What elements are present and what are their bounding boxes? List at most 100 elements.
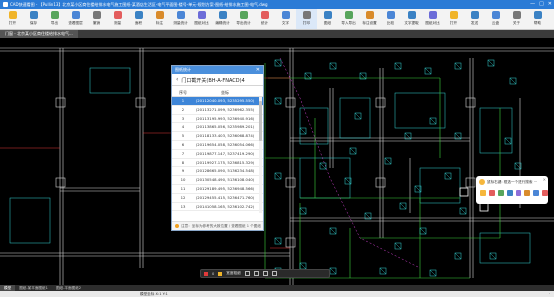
toolbar-icon <box>470 11 479 19</box>
status-bar: 模型坐标 X:1 Y:1 · <box>0 291 554 297</box>
toolbar-button[interactable]: 测量统计 <box>170 9 191 29</box>
table-row[interactable]: 12 (20129455.415, 5236471.760) <box>172 194 263 203</box>
helper-tool-icon[interactable] <box>506 190 513 196</box>
close-icon[interactable]: ✕ <box>543 177 546 182</box>
toolbar-button[interactable]: 图纸 <box>317 9 338 29</box>
helper-tool-icon[interactable] <box>488 190 495 196</box>
row-index: 8 <box>181 159 185 165</box>
toolbar-button[interactable]: 导入导出 <box>338 9 359 29</box>
file-tab[interactable]: 门窗 - 北京某小区商住楼给排水电气... <box>0 30 78 38</box>
zoom-extents-icon[interactable] <box>244 271 250 276</box>
toolbar-icon <box>155 11 164 19</box>
cad-device-mark <box>329 267 337 275</box>
table-row[interactable]: 7 (20119877.147, 5237419.290) <box>172 150 263 159</box>
assistant-avatar-icon <box>479 179 485 185</box>
layer-name[interactable]: 0 <box>212 272 214 276</box>
toolbar-button[interactable]: 图纸对比 <box>422 9 443 29</box>
toolbar-button[interactable]: 打印 <box>296 9 317 29</box>
toolbar-button[interactable]: 文字 <box>275 9 296 29</box>
toolbar-button[interactable]: 统计 <box>254 9 275 29</box>
toolbar-button[interactable]: 编辑统计 <box>212 9 233 29</box>
toolbar-button[interactable]: 图纸对比 <box>191 9 212 29</box>
maximize-button[interactable]: □ <box>539 1 544 7</box>
toolbar-button[interactable]: 查看图层 <box>65 9 86 29</box>
cad-device-mark <box>349 147 357 155</box>
close-window-button[interactable]: ✕ <box>548 1 552 7</box>
toolbar-button[interactable]: 导出 <box>44 9 65 29</box>
title-bar: CAD快速看图 - 【Pullin13】北京某小区商住楼给排水电气施工图纸-某酒… <box>0 0 554 9</box>
toolbar-button[interactable]: 测量 <box>107 9 128 29</box>
table-row[interactable]: 5 (20118133.403, 5236068.874) <box>172 132 263 141</box>
toolbar-button[interactable]: 打开 <box>443 9 464 29</box>
row-coordinate: (20130548.490, 5136108.040) <box>195 177 255 183</box>
toolbar-button[interactable]: 保存 <box>23 9 44 29</box>
scrollbar-thumb[interactable] <box>259 101 262 141</box>
helper-tool-icon[interactable] <box>533 190 540 196</box>
toolbar-icon <box>344 11 353 19</box>
toolbar-button[interactable]: 打开 <box>2 9 23 29</box>
canvas-bottom-toolbar: 0 宽度粗细 <box>200 269 330 278</box>
table-row[interactable]: 2 (20113271.099, 5236962.355) <box>172 106 263 115</box>
toolbar-label: 保存 <box>29 21 38 25</box>
helper-tool-icon[interactable] <box>542 190 548 196</box>
toolbar-icon <box>29 11 38 19</box>
toolbar-button[interactable]: 帮助 <box>527 9 548 29</box>
app-window: CAD快速看图 - 【Pullin13】北京某小区商住楼给排水电气施工图纸-某酒… <box>0 0 554 297</box>
row-coordinate: (20141058.165, 5236102.742) <box>195 203 255 209</box>
table-row[interactable]: 11 (20129189.495, 5236948.566) <box>172 185 263 194</box>
cad-device-mark <box>509 77 517 85</box>
table-scrollbar[interactable] <box>259 97 262 213</box>
toolbar-label: 云盘 <box>491 21 500 25</box>
fullscreen-icon[interactable] <box>271 271 277 276</box>
window-zoom-icon[interactable] <box>253 271 259 276</box>
lineweight-label[interactable]: 宽度粗细 <box>226 271 240 276</box>
cad-drawing <box>0 47 554 285</box>
dialog-title: 门口截开关(BH-A-FNACD)4 <box>181 77 245 84</box>
toolbar-button[interactable]: 标注 <box>149 9 170 29</box>
back-icon[interactable]: ‹ <box>176 76 178 84</box>
row-coordinate: (20118133.403, 5236068.874) <box>195 133 255 139</box>
table-row[interactable]: 6 (20119654.058, 5236054.066) <box>172 141 263 150</box>
table-row[interactable]: 10 (20130548.490, 5136108.040) <box>172 176 263 185</box>
dialog-title-bar: ‹ 门口截开关(BH-A-FNACD)4 <box>172 75 263 86</box>
toolbar-button[interactable]: 导出统计 <box>233 9 254 29</box>
minimize-button[interactable]: — <box>530 1 535 7</box>
toolbar-button[interactable]: 面积 <box>128 9 149 29</box>
toolbar-button[interactable]: 撤销 <box>86 9 107 29</box>
helper-tool-icon[interactable] <box>524 190 531 196</box>
cad-highlight-symbol <box>479 202 489 212</box>
toolbar-button[interactable]: 标注设置 <box>359 9 380 29</box>
toolbar-label: 面积 <box>134 21 143 25</box>
helper-tool-icon[interactable] <box>515 190 522 196</box>
toolbar-icon <box>491 11 500 19</box>
toolbar-button[interactable]: 比较 <box>380 9 401 29</box>
cad-device-mark <box>329 227 337 235</box>
helper-message-text: 鼠标右键: 框选一个进行搜索 ··· <box>487 179 538 184</box>
toolbar-label: 导出统计 <box>236 21 251 25</box>
cad-column <box>55 177 66 188</box>
cad-column <box>285 177 296 188</box>
toolbar-button[interactable]: 文字提取 <box>401 9 422 29</box>
drawing-canvas[interactable] <box>0 38 554 285</box>
row-index: 12 <box>180 194 186 200</box>
helper-tool-icon[interactable] <box>480 190 486 196</box>
toolbar-icon <box>281 11 290 19</box>
toolbar-button[interactable]: 云盘 <box>485 9 506 29</box>
table-row[interactable]: 13 (20141058.165, 5236102.742) <box>172 203 263 212</box>
pan-icon[interactable] <box>262 271 268 276</box>
toolbar-button[interactable]: 关于 <box>506 9 527 29</box>
row-index: 7 <box>181 150 185 156</box>
table-row[interactable]: 3 (20113195.993, 5236940.916) <box>172 115 263 124</box>
table-row[interactable]: 8 (20119927.175, 5236815.329) <box>172 159 263 168</box>
table-row[interactable]: 1 (20112040.093, 5235295.550) <box>172 97 263 106</box>
toolbar-icon <box>512 11 521 19</box>
table-row[interactable]: 14(20141069.290, 5236107.550) <box>172 211 263 213</box>
table-row[interactable]: 4 (20113865.056, 5235989.201) <box>172 123 263 133</box>
cad-room-outline <box>299 157 351 199</box>
helper-tool-icon[interactable] <box>497 190 504 196</box>
toolbar-label: 帮助 <box>533 21 542 25</box>
close-icon[interactable]: ✕ <box>256 66 260 74</box>
table-row[interactable]: 9 (20128665.090, 5136234.548) <box>172 167 263 177</box>
cad-device-mark <box>354 112 362 120</box>
toolbar-button[interactable]: 发送 <box>464 9 485 29</box>
